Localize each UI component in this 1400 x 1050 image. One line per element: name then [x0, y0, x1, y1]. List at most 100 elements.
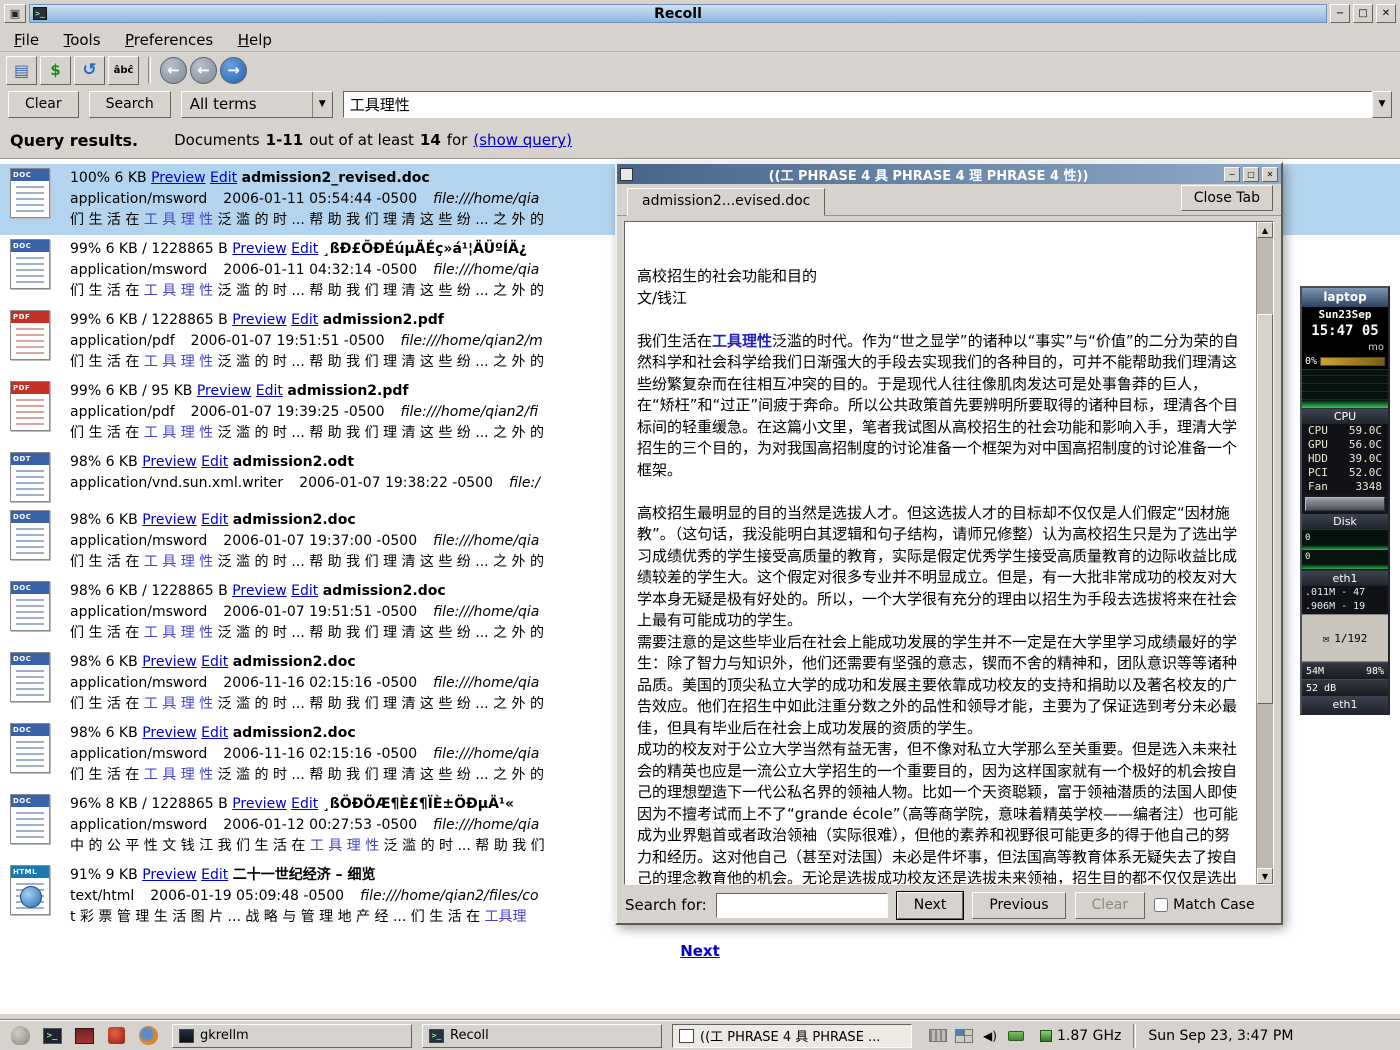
cpu-frequency-applet[interactable]: 1.87 GHz: [1040, 1028, 1121, 1044]
edit-link[interactable]: Edit: [291, 796, 318, 812]
preview-link[interactable]: Preview: [142, 454, 197, 470]
preview-link[interactable]: Preview: [151, 170, 206, 186]
package-launcher-icon[interactable]: [102, 1023, 130, 1048]
doc-heading: 高校招生的社会功能和目的: [637, 266, 1244, 288]
preview-link[interactable]: Preview: [197, 383, 252, 399]
preview-window-icon: [620, 168, 633, 181]
next-results-link[interactable]: Next: [0, 942, 1400, 960]
edit-link[interactable]: Edit: [291, 241, 318, 257]
file-url: file:///home/qia: [433, 533, 539, 549]
mime-type: application/msword: [70, 262, 207, 278]
terminal-launcher-icon[interactable]: >_: [38, 1023, 66, 1048]
preview-link[interactable]: Preview: [232, 312, 287, 328]
preview-scrollbar[interactable]: ▲ ▼: [1256, 222, 1273, 884]
preview-link[interactable]: Preview: [232, 796, 287, 812]
preview-minimize-button[interactable]: −: [1224, 167, 1240, 182]
close-button[interactable]: ✕: [1376, 4, 1396, 23]
preview-link[interactable]: Preview: [142, 725, 197, 741]
main-window: ▣ >_ Recoll − □ ✕ File Tools Preferences…: [0, 0, 1400, 1050]
find-clear-button[interactable]: Clear: [1075, 892, 1146, 919]
window-menu-button[interactable]: ▣: [4, 4, 26, 23]
file-date: 2006-01-11 04:32:14 -0500: [223, 262, 417, 278]
edit-link[interactable]: Edit: [256, 383, 283, 399]
first-page-button[interactable]: ←: [160, 57, 187, 84]
relevance-percent: 91%: [70, 867, 101, 883]
edit-link[interactable]: Edit: [201, 454, 228, 470]
file-size: 9 KB: [106, 867, 138, 883]
next-page-button[interactable]: →: [220, 57, 247, 84]
preview-link[interactable]: Preview: [232, 241, 287, 257]
relevance-percent: 98%: [70, 725, 101, 741]
keyboard-indicator-icon[interactable]: [928, 1027, 948, 1045]
preview-close-button[interactable]: ✕: [1262, 167, 1278, 182]
preview-maximize-button[interactable]: □: [1243, 167, 1259, 182]
preview-link[interactable]: Preview: [142, 512, 197, 528]
preview-tab[interactable]: admission2...evised.doc: [627, 188, 825, 216]
menu-tools[interactable]: Tools: [54, 29, 111, 51]
find-previous-button[interactable]: Previous: [972, 892, 1065, 919]
previous-page-button[interactable]: ←: [190, 57, 217, 84]
mime-type: application/msword: [70, 817, 207, 833]
preview-search-input[interactable]: [716, 893, 888, 918]
result-snippet: 们 生 活 在 工 具 理 性 泛 滥 的 时 ... 帮 助 我 们 理 清 …: [70, 765, 555, 786]
preview-window-title: ((工 PHRASE 4 具 PHRASE 4 理 PHRASE 4 性)): [636, 165, 1221, 184]
filetype-html-icon: HTML: [10, 865, 50, 915]
edit-link[interactable]: Edit: [201, 512, 228, 528]
show-query-link[interactable]: (show query): [473, 131, 572, 149]
sort-parameters-button[interactable]: ↺: [74, 56, 105, 85]
edit-link[interactable]: Edit: [201, 725, 228, 741]
taskbar-button-recoll[interactable]: >_ Recoll: [422, 1024, 662, 1048]
menu-help[interactable]: Help: [228, 29, 282, 51]
advanced-search-button[interactable]: $: [40, 56, 71, 85]
system-monitor-panel[interactable]: laptop Sun23Sep 15:47 05 mo 0% CPU CPU59…: [1300, 286, 1390, 715]
preview-tab-bar: admission2...evised.doc Close Tab: [617, 184, 1281, 216]
edit-link[interactable]: Edit: [201, 654, 228, 670]
file-date: 2006-01-19 05:09:48 -0500: [150, 888, 344, 904]
preview-document-text[interactable]: 高校招生的社会功能和目的 文/钱江 我们生活在工具理性泛滥的时代。作为“世之显学…: [625, 222, 1256, 884]
maximize-button[interactable]: □: [1353, 4, 1373, 23]
file-url: file:///home/qia: [433, 817, 539, 833]
workspace-pager-icon[interactable]: [954, 1027, 974, 1045]
match-case-checkbox[interactable]: [1154, 898, 1168, 912]
edit-link[interactable]: Edit: [291, 312, 318, 328]
preview-link[interactable]: Preview: [142, 654, 197, 670]
find-next-button[interactable]: Next: [897, 892, 964, 919]
menu-file[interactable]: File: [4, 29, 49, 51]
mime-type: application/msword: [70, 746, 207, 762]
title-gradient[interactable]: >_ Recoll: [29, 4, 1327, 23]
scroll-down-button[interactable]: ▼: [1257, 868, 1273, 884]
match-case-option[interactable]: Match Case: [1154, 897, 1254, 913]
doc-history-button[interactable]: ▤: [6, 56, 37, 85]
term-explorer-button[interactable]: âbĉ: [108, 56, 139, 85]
start-menu-icon[interactable]: [6, 1023, 34, 1048]
edit-link[interactable]: Edit: [201, 867, 228, 883]
volume-icon[interactable]: ◀): [980, 1027, 1000, 1045]
app-launcher-icon[interactable]: [70, 1023, 98, 1048]
edit-link[interactable]: Edit: [210, 170, 237, 186]
battery-icon[interactable]: [1006, 1027, 1026, 1045]
edit-link[interactable]: Edit: [291, 583, 318, 599]
taskbar-clock[interactable]: Sun Sep 23, 3:47 PM: [1148, 1028, 1301, 1044]
doc-paragraph: 成功的校友对于公立大学当然有益无害，但不像对私立大学那么至关重要。但是选入未来社…: [637, 739, 1244, 884]
volume-bar: 52 dB: [1302, 679, 1388, 696]
menu-preferences[interactable]: Preferences: [115, 29, 223, 51]
search-mode-select[interactable]: All terms ▼: [181, 91, 333, 118]
scrollbar-thumb[interactable]: [1257, 314, 1273, 705]
taskbar-button-gkrellm[interactable]: gkrellm: [172, 1024, 412, 1048]
search-button[interactable]: Search: [89, 91, 171, 118]
clear-button[interactable]: Clear: [8, 91, 79, 118]
preview-task-icon: [679, 1029, 694, 1043]
minimize-button[interactable]: −: [1330, 4, 1350, 23]
preview-title-bar[interactable]: ((工 PHRASE 4 具 PHRASE 4 理 PHRASE 4 性)) −…: [617, 164, 1281, 184]
file-size: 6 KB: [114, 170, 146, 186]
query-history-dropdown[interactable]: ▼: [1372, 91, 1392, 118]
search-input[interactable]: [343, 91, 1372, 118]
preview-link[interactable]: Preview: [232, 583, 287, 599]
preview-link[interactable]: Preview: [142, 867, 197, 883]
taskbar-button-preview[interactable]: ((工 PHRASE 4 具 PHRASE ...: [672, 1024, 912, 1048]
fan-krell-slider: [1305, 497, 1385, 511]
browser-launcher-icon[interactable]: [134, 1023, 162, 1048]
close-tab-button[interactable]: Close Tab: [1181, 185, 1273, 211]
file-url: file:///home/qia: [433, 604, 539, 620]
scroll-up-button[interactable]: ▲: [1257, 222, 1273, 238]
